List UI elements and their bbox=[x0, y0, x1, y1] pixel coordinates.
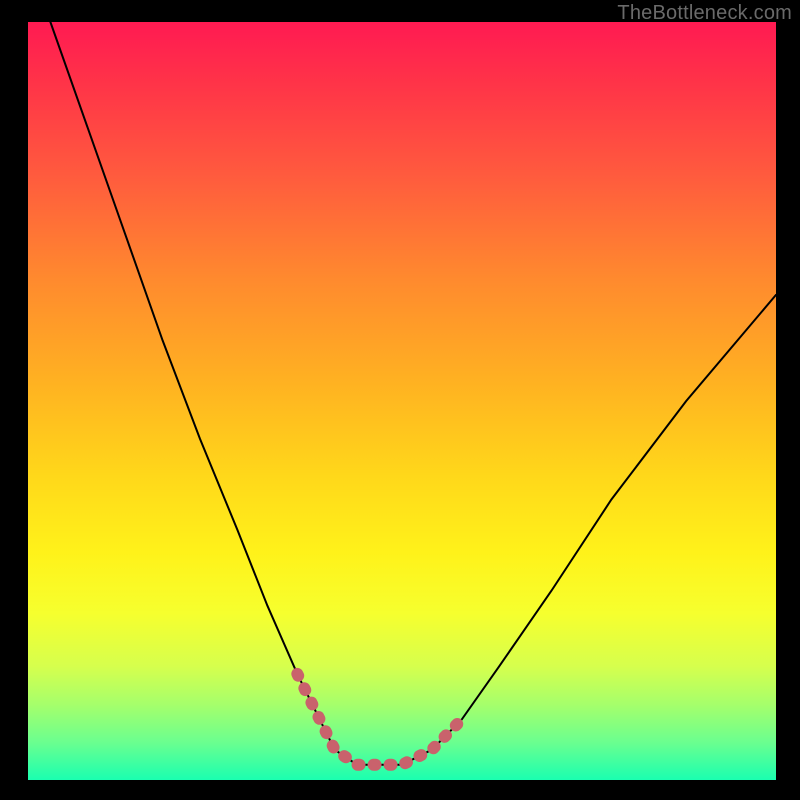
bottleneck-curve bbox=[50, 22, 776, 765]
curve-svg bbox=[28, 22, 776, 780]
bottom-highlight bbox=[297, 674, 462, 765]
bottleneck-plot bbox=[28, 22, 776, 780]
frame: TheBottleneck.com bbox=[0, 0, 800, 800]
watermark-text: TheBottleneck.com bbox=[617, 2, 792, 25]
